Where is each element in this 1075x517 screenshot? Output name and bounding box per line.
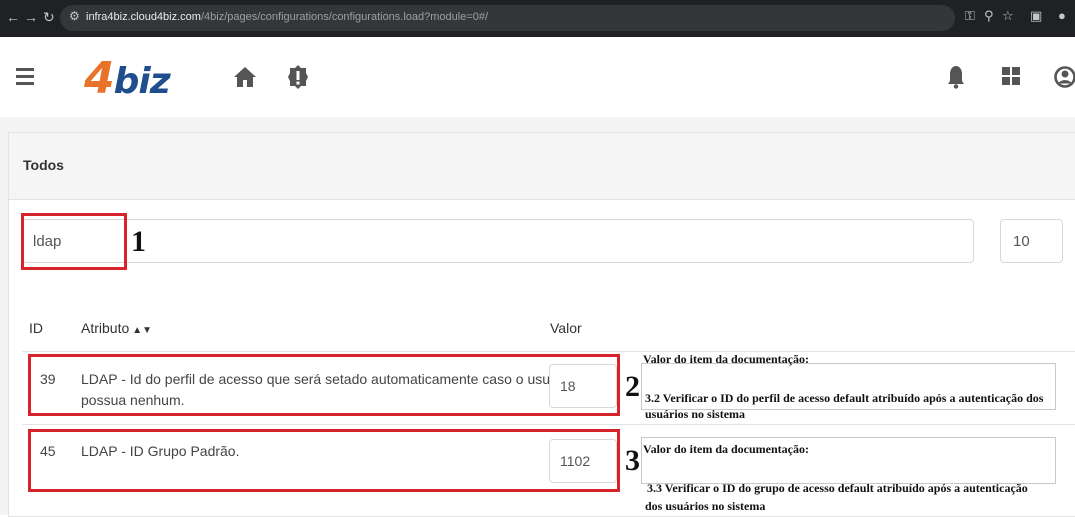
sort-icon[interactable]: ▲▼	[132, 325, 152, 336]
annotation-marker-2: 2	[625, 370, 640, 403]
highlight-box-row-39	[28, 354, 620, 416]
row-divider	[22, 424, 1075, 425]
forward-icon[interactable]: →	[24, 9, 38, 25]
extensions-icon[interactable]: ▣	[1030, 8, 1042, 24]
settings-gear-icon[interactable]	[287, 64, 309, 90]
browser-toolbar: ← → ↻ ⚙ infra4biz.cloud4biz.com/4biz/pag…	[0, 0, 1075, 37]
highlight-box-search	[21, 213, 127, 270]
logo-number: 4	[84, 53, 115, 104]
zoom-icon[interactable]: ⚲	[984, 8, 994, 24]
url-path: /4biz/pages/configurations/configuration…	[200, 11, 489, 23]
home-icon[interactable]	[233, 66, 257, 88]
bookmark-star-icon[interactable]: ☆	[1002, 8, 1014, 24]
back-icon[interactable]: ←	[6, 9, 20, 25]
address-bar[interactable]: ⚙ infra4biz.cloud4biz.com/4biz/pages/con…	[60, 5, 955, 31]
column-header-id[interactable]: ID	[29, 320, 43, 336]
annotation-marker-3: 3	[625, 444, 640, 477]
annotation-marker-1: 1	[131, 225, 146, 258]
documentation-note-line: usuários no sistema	[645, 407, 746, 421]
column-header-attribute[interactable]: Atributo ▲▼	[81, 320, 152, 336]
app-header: 4biz	[0, 37, 1075, 117]
column-header-attribute-label: Atributo	[81, 320, 130, 336]
logo-text: biz	[113, 61, 171, 102]
site-settings-icon[interactable]: ⚙	[69, 9, 80, 23]
documentation-note-line: dos usuários no sistema	[645, 499, 766, 513]
logo[interactable]: 4biz	[84, 53, 171, 104]
documentation-note-title: Valor do item da documentação:	[643, 352, 809, 366]
highlight-box-row-45	[28, 429, 620, 492]
panel-title: Todos	[23, 157, 64, 173]
user-account-icon[interactable]	[1054, 64, 1075, 90]
documentation-note-line: 3.2 Verificar o ID do perfil de acesso d…	[645, 391, 1044, 405]
notification-bell-icon[interactable]	[947, 65, 965, 89]
menu-icon[interactable]	[16, 68, 34, 89]
panel-header: Todos	[9, 133, 1075, 200]
search-input[interactable]	[22, 219, 974, 263]
row-divider	[22, 351, 1075, 352]
url-text[interactable]: infra4biz.cloud4biz.com/4biz/pages/confi…	[86, 11, 488, 23]
documentation-note-line: 3.3 Verificar o ID do grupo de acesso de…	[647, 481, 1028, 495]
apps-grid-icon[interactable]	[1002, 67, 1020, 85]
profile-avatar-icon[interactable]: ●	[1058, 8, 1066, 23]
documentation-note-title: Valor do item da documentação:	[643, 442, 809, 456]
column-header-value[interactable]: Valor	[550, 320, 582, 336]
reload-icon[interactable]: ↻	[43, 9, 55, 26]
password-key-icon[interactable]: ⚿	[965, 8, 975, 24]
url-host: infra4biz.cloud4biz.com	[86, 11, 201, 23]
page-size-input[interactable]	[1000, 219, 1063, 263]
